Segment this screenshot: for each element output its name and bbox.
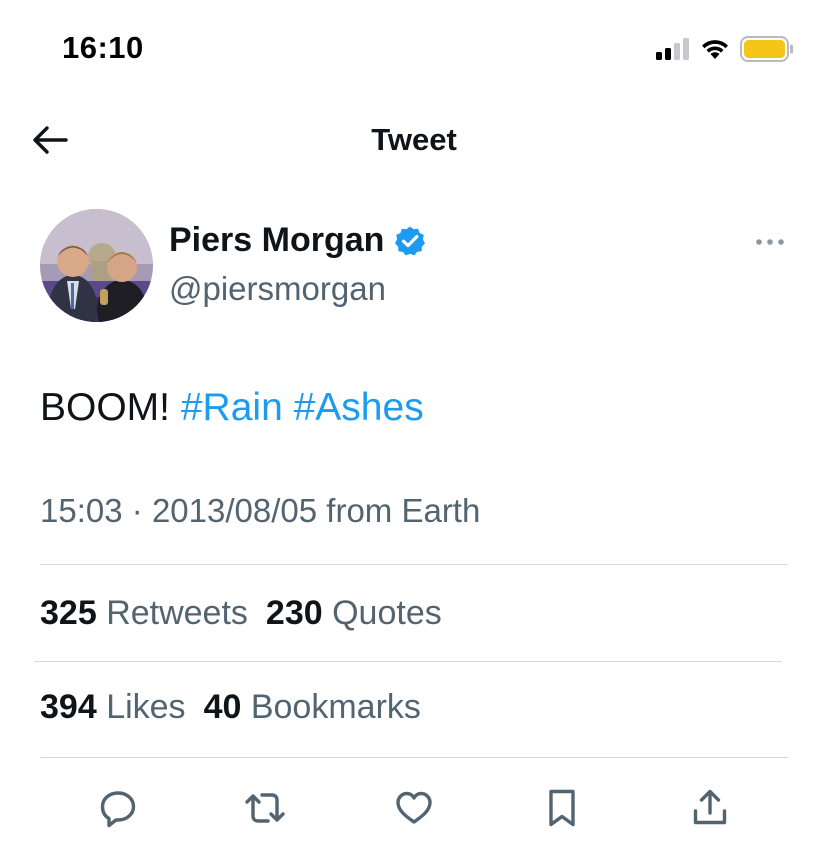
divider <box>40 564 788 565</box>
tweet-text-body: BOOM! <box>40 386 171 429</box>
cellular-signal-icon <box>656 38 689 60</box>
more-options-button[interactable] <box>748 230 792 254</box>
status-bar: 16:10 <box>0 0 828 100</box>
page-title: Tweet <box>371 122 457 157</box>
retweet-button[interactable] <box>235 778 295 838</box>
reply-button[interactable] <box>88 778 148 838</box>
divider <box>40 757 788 758</box>
quotes-stat[interactable]: 230 Quotes <box>266 594 442 633</box>
bookmark-icon <box>549 789 575 827</box>
quotes-count: 230 <box>265 594 323 632</box>
tweet-source: from Earth <box>326 492 481 529</box>
likes-label: Likes <box>106 688 186 726</box>
verified-badge-icon <box>395 226 426 255</box>
bookmarks-label: Bookmarks <box>250 688 421 726</box>
stats-row-likes: 394 Likes 40 Bookmarks <box>40 688 421 727</box>
like-button[interactable] <box>384 778 444 838</box>
tweet-timestamp: 15:03 · 2013/08/05 from Earth <box>40 492 480 530</box>
ellipsis-icon <box>756 239 784 245</box>
hashtag-link[interactable]: #Ashes <box>294 386 424 429</box>
likes-stat[interactable]: 394 Likes <box>40 688 186 727</box>
nav-bar: Tweet <box>0 108 828 172</box>
share-button[interactable] <box>680 778 740 838</box>
username[interactable]: @piersmorgan <box>169 270 386 308</box>
retweets-label: Retweets <box>106 594 248 632</box>
likes-count: 394 <box>40 688 97 726</box>
hashtag-link[interactable]: #Rain <box>181 386 283 429</box>
author-name-row: Piers Morgan <box>169 221 426 260</box>
display-name[interactable]: Piers Morgan <box>169 221 384 260</box>
bookmarks-stat[interactable]: 40 Bookmarks <box>204 688 421 727</box>
tweet-time: 15:03 <box>40 492 123 529</box>
avatar[interactable] <box>40 209 153 322</box>
retweets-stat[interactable]: 325 Retweets <box>40 594 248 633</box>
stats-row-retweets: 325 Retweets 230 Quotes <box>40 594 442 633</box>
tweet-date: 2013/08/05 <box>151 492 318 529</box>
battery-icon <box>740 36 793 62</box>
bookmarks-count: 40 <box>203 688 242 726</box>
retweet-icon <box>245 793 285 823</box>
meta-separator: · <box>131 492 143 529</box>
share-icon <box>693 789 727 825</box>
status-icons <box>656 36 794 62</box>
reply-icon <box>100 791 136 828</box>
retweets-count: 325 <box>40 594 97 632</box>
wifi-icon <box>702 40 728 59</box>
tweet-text: BOOM! #Rain #Ashes <box>40 386 424 430</box>
tweet-action-bar <box>0 778 828 838</box>
divider <box>34 661 782 662</box>
avatar-photo <box>40 209 153 322</box>
bookmark-button[interactable] <box>532 778 592 838</box>
heart-icon <box>396 791 432 824</box>
quotes-label: Quotes <box>332 594 442 632</box>
status-time: 16:10 <box>62 30 144 65</box>
